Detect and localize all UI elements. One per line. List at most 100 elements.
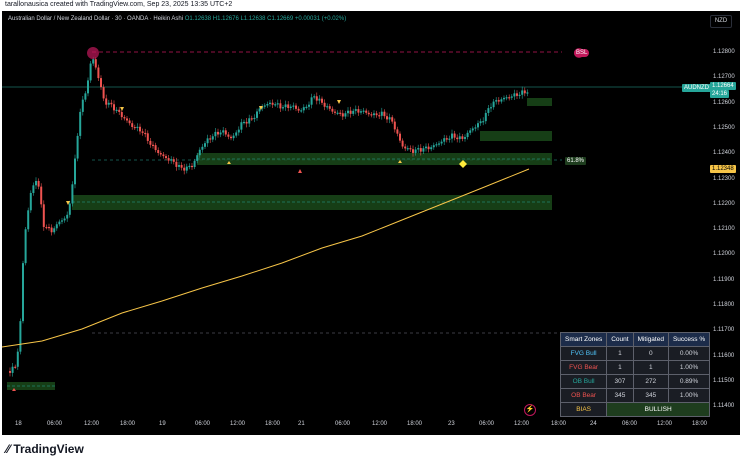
candle <box>362 110 365 112</box>
price-axis-label: 1.12300 <box>713 175 735 182</box>
candle <box>365 110 368 113</box>
signal-marker <box>120 107 124 111</box>
bsl-label: BSL <box>574 49 590 57</box>
candle <box>50 227 53 233</box>
candle <box>435 144 438 146</box>
candle <box>339 112 342 114</box>
candle <box>417 148 420 150</box>
candle <box>243 121 245 124</box>
zone-name: OB Bull <box>559 374 608 389</box>
candle <box>315 96 318 101</box>
candle <box>409 148 412 150</box>
last-price-tag: 1.12664 <box>710 82 736 90</box>
candle <box>430 147 433 150</box>
candle <box>313 96 316 98</box>
price-axis-label: 1.12200 <box>713 200 735 207</box>
candle <box>422 148 425 152</box>
zone-mitigated: 1 <box>632 360 669 375</box>
zone-name: FVG Bear <box>559 360 608 375</box>
candle <box>526 92 529 94</box>
candle <box>380 111 383 116</box>
candle <box>432 145 435 148</box>
candle <box>110 102 113 105</box>
candle <box>188 165 191 168</box>
candle <box>305 106 308 108</box>
candle <box>523 90 526 94</box>
chart-window[interactable]: Australian Dollar / New Zealand Dollar ·… <box>2 11 740 435</box>
time-axis-label: 18:00 <box>407 421 423 427</box>
candle <box>204 143 206 147</box>
candle <box>141 131 144 133</box>
chart-title: Australian Dollar / New Zealand Dollar ·… <box>8 16 346 22</box>
candle <box>175 161 178 167</box>
candle <box>513 93 516 97</box>
candle <box>404 146 407 149</box>
candle <box>271 102 274 105</box>
bias-value: BULLISH <box>606 402 711 417</box>
price-axis-label: 1.11800 <box>713 302 735 308</box>
smart-zones-table: Smart Zones Count Mitigated Success % FV… <box>559 332 711 417</box>
time-axis-label: 18:00 <box>120 421 136 427</box>
candle <box>497 100 500 102</box>
candle <box>445 138 448 140</box>
time-axis-label: 12:00 <box>230 421 246 427</box>
candle <box>258 108 261 112</box>
ob-zone <box>480 131 552 141</box>
ob-zone <box>527 98 552 106</box>
candle <box>170 159 173 161</box>
bias-label: BIAS <box>559 402 608 417</box>
table-row: OB Bear 345 345 1.00% <box>559 388 711 403</box>
candle <box>63 218 66 221</box>
candle <box>133 126 136 129</box>
candle <box>287 104 290 108</box>
candle <box>406 148 409 150</box>
candle <box>120 111 123 118</box>
candle <box>227 134 230 137</box>
sell-marker <box>298 169 302 173</box>
candle <box>162 154 165 157</box>
candle <box>396 129 399 134</box>
candle <box>391 117 394 122</box>
zone-name: FVG Bull <box>559 346 608 361</box>
candle <box>94 59 97 68</box>
candle <box>146 133 149 141</box>
candle <box>100 78 102 88</box>
candle <box>456 137 459 140</box>
signal-marker <box>337 100 341 104</box>
candle <box>92 59 95 64</box>
candle <box>308 104 310 107</box>
time-axis-label: 12:00 <box>514 421 530 427</box>
candle <box>266 103 269 106</box>
candle <box>510 96 513 98</box>
candle <box>245 121 248 124</box>
candle <box>300 110 303 112</box>
candle <box>89 63 92 81</box>
candle <box>490 107 492 109</box>
candle <box>115 109 118 112</box>
candle <box>375 113 378 116</box>
time-axis-label: 18 <box>15 421 22 427</box>
candle <box>40 186 43 205</box>
candle <box>357 109 360 113</box>
currency-button[interactable]: NZD <box>710 15 732 28</box>
attribution-text: tarallonausica created with TradingView.… <box>5 1 233 8</box>
candle <box>412 149 414 153</box>
candle <box>198 149 201 156</box>
candle <box>419 148 422 152</box>
price-axis-label: 1.11400 <box>713 403 735 410</box>
candle <box>487 108 490 113</box>
zone-count: 307 <box>606 374 634 389</box>
candle <box>336 112 339 114</box>
price-axis-label: 1.12000 <box>713 251 735 258</box>
time-axis-label: 06:00 <box>622 421 638 427</box>
candle <box>157 150 160 153</box>
time-axis-label: 21 <box>298 421 305 427</box>
candle <box>292 105 295 107</box>
price-axis-label: 1.12800 <box>713 49 735 55</box>
candle <box>505 97 508 99</box>
ob-zone <box>72 195 552 210</box>
candle <box>191 165 193 168</box>
price-axis-label: 1.12600 <box>713 99 735 106</box>
candle <box>284 104 287 108</box>
lightning-icon[interactable]: ⚡ <box>524 404 536 416</box>
